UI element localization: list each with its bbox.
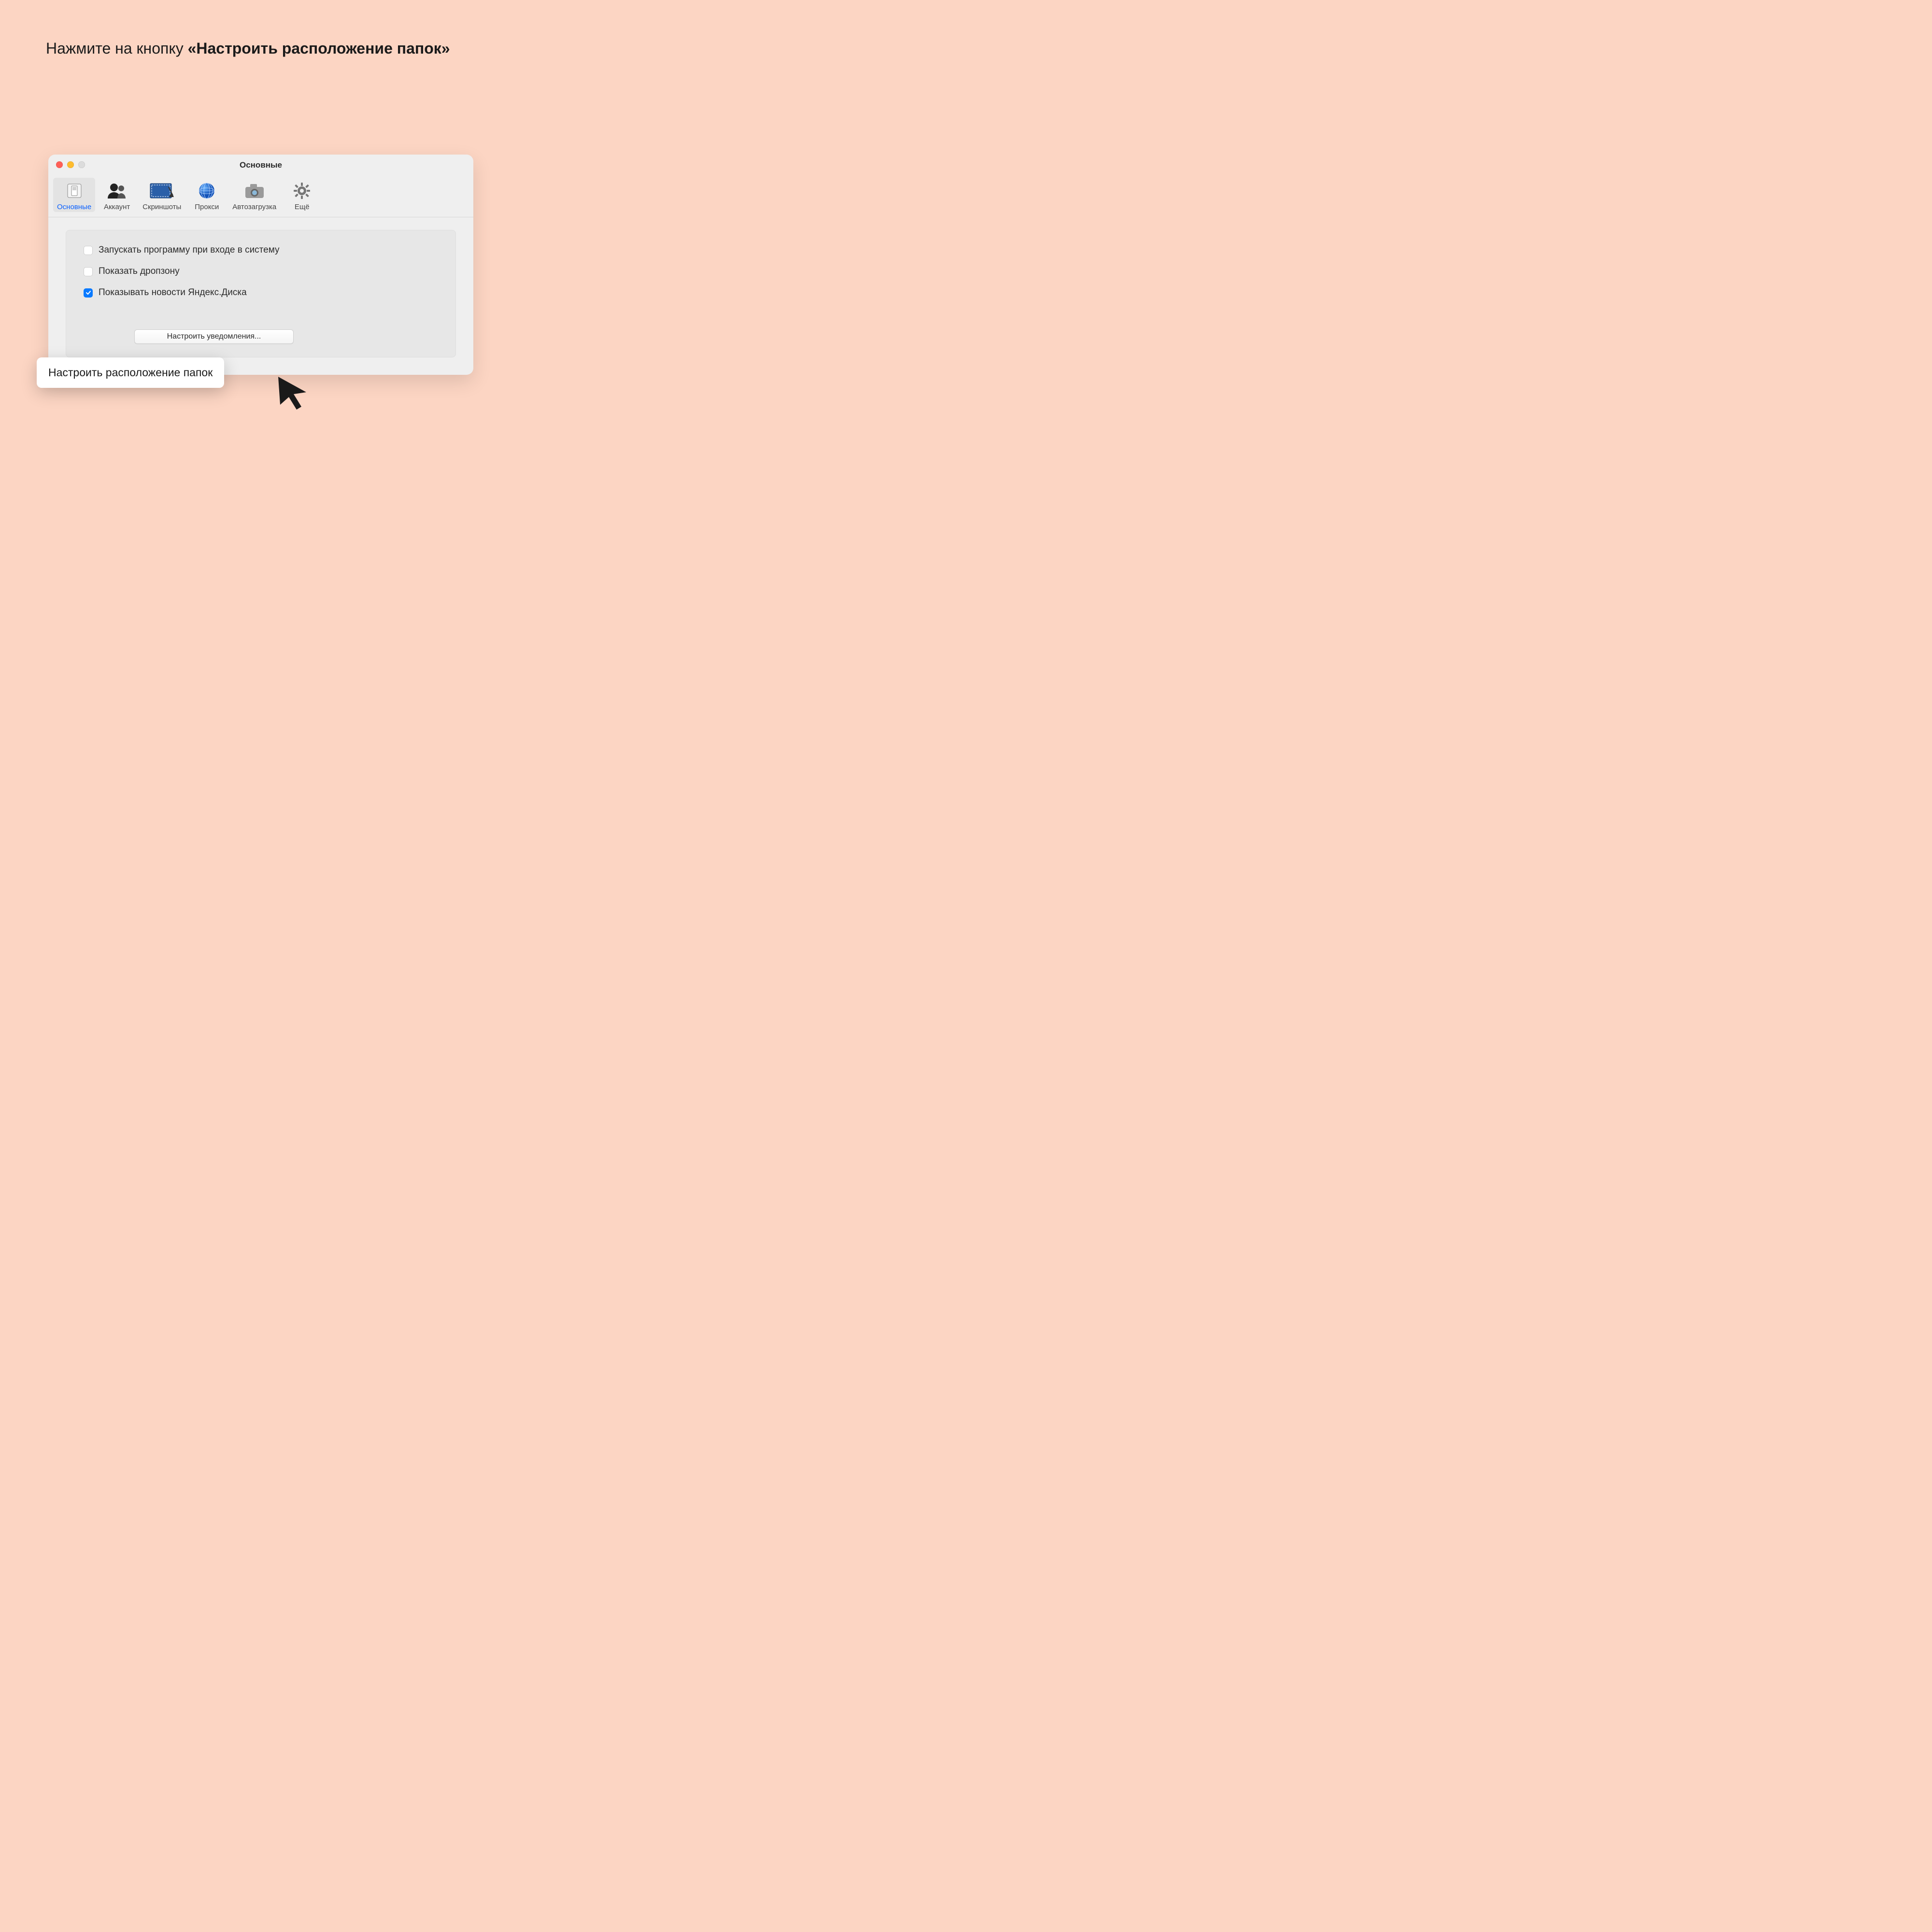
close-icon[interactable] xyxy=(56,161,63,168)
checkbox-row-show-news[interactable]: Показывать новости Яндекс.Диска xyxy=(84,287,438,298)
window-title: Основные xyxy=(240,160,282,170)
notifications-button-label: Настроить уведомления... xyxy=(167,332,261,341)
users-icon xyxy=(106,181,128,201)
checkbox-icon[interactable] xyxy=(84,267,93,276)
checkbox-label: Запускать программу при входе в систему xyxy=(99,245,280,256)
window-titlebar: Основные xyxy=(48,155,473,176)
tooltip-label: Настроить расположение папок xyxy=(48,366,213,379)
checkbox-label: Показать дропзону xyxy=(99,266,180,277)
instruction-text: Нажмите на кнопку «Настроить расположени… xyxy=(46,39,476,59)
tab-proxy[interactable]: Прокси xyxy=(188,178,226,212)
checkbox-icon[interactable] xyxy=(84,246,93,255)
minimize-icon[interactable] xyxy=(67,161,74,168)
tab-proxy-label: Прокси xyxy=(195,203,219,211)
globe-icon xyxy=(198,181,215,201)
folder-location-tooltip[interactable]: Настроить расположение папок xyxy=(37,357,224,388)
tab-account[interactable]: Аккаунт xyxy=(98,178,136,212)
tab-more-label: Ещё xyxy=(295,203,310,211)
tab-screenshots[interactable]: Скриншоты xyxy=(139,178,185,212)
tab-more[interactable]: Ещё xyxy=(283,178,321,212)
tab-general[interactable]: Основные xyxy=(53,178,95,212)
instruction-bold: «Настроить расположение папок» xyxy=(188,40,450,57)
notifications-button[interactable]: Настроить уведомления... xyxy=(134,329,294,344)
gear-icon xyxy=(293,181,311,201)
tab-autoload-label: Автозагрузка xyxy=(232,203,276,211)
checkbox-row-launch-on-login[interactable]: Запускать программу при входе в систему xyxy=(84,245,438,256)
cursor-icon xyxy=(275,375,311,413)
checkbox-icon[interactable] xyxy=(84,288,93,298)
preferences-content: Запускать программу при входе в систему … xyxy=(48,217,473,375)
tab-screenshots-label: Скриншоты xyxy=(142,203,181,211)
instruction-prefix: Нажмите на кнопку xyxy=(46,40,188,57)
preferences-toolbar: Основные Аккаунт xyxy=(48,176,473,217)
checkbox-row-show-dropzone[interactable]: Показать дропзону xyxy=(84,266,438,277)
tab-general-label: Основные xyxy=(57,203,91,211)
switch-icon xyxy=(66,181,83,201)
checkbox-label: Показывать новости Яндекс.Диска xyxy=(99,287,247,298)
tab-account-label: Аккаунт xyxy=(104,203,130,211)
maximize-icon xyxy=(78,161,85,168)
tab-autoload[interactable]: Автозагрузка xyxy=(228,178,280,212)
screenshot-icon xyxy=(150,181,174,201)
preferences-window: Основные Основные xyxy=(48,155,473,375)
window-traffic-lights xyxy=(56,161,85,168)
camera-icon xyxy=(244,181,265,201)
